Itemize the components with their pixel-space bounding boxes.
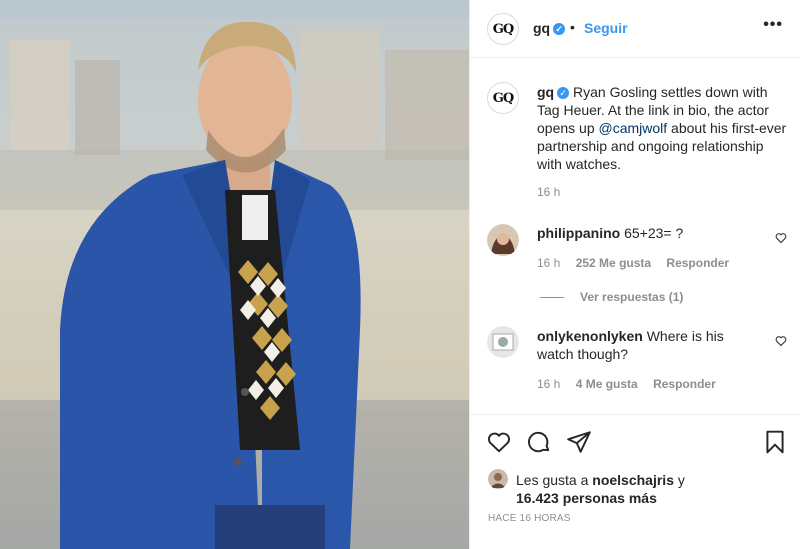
commenter-avatar-image xyxy=(487,224,519,256)
liked-by-user[interactable]: noelschajris xyxy=(592,472,674,488)
like-heart-icon[interactable] xyxy=(486,429,512,455)
header-separator: • xyxy=(570,19,575,35)
reply-button[interactable]: Responder xyxy=(666,256,729,270)
post-caption: gq ✓ Ryan Gosling settles down with Tag H… xyxy=(537,83,787,173)
comments-section[interactable]: GQ gq ✓ Ryan Gosling settles down with Ta… xyxy=(470,58,800,414)
caption-time[interactable]: 16 h xyxy=(537,185,560,199)
verified-badge-icon: ✓ xyxy=(553,23,566,35)
caption-mention-link[interactable]: @camjwolf xyxy=(599,120,668,136)
comment-meta: 16 h 252 Me gusta Responder xyxy=(537,256,741,270)
comment-time[interactable]: 16 h xyxy=(537,377,560,391)
view-replies-button[interactable]: Ver respuestas (1) xyxy=(540,290,683,304)
post-timestamp[interactable]: HACE 16 HORAS xyxy=(488,513,571,524)
comment-meta: 16 h 4 Me gusta Responder xyxy=(537,377,728,391)
liked-by-others-link[interactable]: 16.423 personas más xyxy=(516,490,657,506)
comment-likes[interactable]: 4 Me gusta xyxy=(576,377,638,391)
author-avatar[interactable]: GQ xyxy=(487,13,519,45)
post-header: GQ gq ✓ • Seguir ••• xyxy=(470,0,800,58)
liked-by-prefix: Les gusta a xyxy=(516,472,589,488)
comment-body: philippanino 65+23= ? xyxy=(537,224,757,242)
comment-like-heart-icon[interactable] xyxy=(775,335,787,347)
follow-button[interactable]: Seguir xyxy=(584,20,628,36)
commenter-avatar[interactable] xyxy=(487,326,519,358)
comment-body: onlykenonlyken Where is his watch though… xyxy=(537,327,757,363)
caption-username[interactable]: gq xyxy=(537,84,554,100)
photo-illustration xyxy=(0,20,469,549)
liker-avatar-image xyxy=(488,469,508,489)
post-side-panel: GQ gq ✓ • Seguir ••• GQ gq ✓ Ryan Gosling … xyxy=(469,0,800,549)
commenter-avatar[interactable] xyxy=(487,224,519,256)
comment-username[interactable]: philippanino xyxy=(537,225,620,241)
liked-by-connector: y xyxy=(677,472,685,488)
save-bookmark-icon[interactable] xyxy=(762,429,788,455)
liked-by-text: Les gusta a noelschajris y xyxy=(516,472,685,488)
more-options-icon[interactable]: ••• xyxy=(763,16,783,34)
post-photo[interactable] xyxy=(0,0,469,549)
caption-author-avatar[interactable]: GQ xyxy=(487,82,519,114)
comment-time[interactable]: 16 h xyxy=(537,256,560,270)
comment-likes[interactable]: 252 Me gusta xyxy=(576,256,651,270)
commenter-avatar-image xyxy=(487,326,519,358)
liker-avatar[interactable] xyxy=(488,469,508,489)
verified-badge-icon: ✓ xyxy=(557,87,570,99)
post-actions-bar xyxy=(470,414,800,466)
author-username[interactable]: gq ✓ xyxy=(533,20,566,36)
reply-button[interactable]: Responder xyxy=(653,377,716,391)
share-direct-icon[interactable] xyxy=(566,429,592,455)
comment-text: 65+23= ? xyxy=(624,225,684,241)
author-username-text[interactable]: gq xyxy=(533,20,550,36)
comment-like-heart-icon[interactable] xyxy=(775,232,787,244)
comment-icon[interactable] xyxy=(526,429,552,455)
comment-username[interactable]: onlykenonlyken xyxy=(537,328,643,344)
